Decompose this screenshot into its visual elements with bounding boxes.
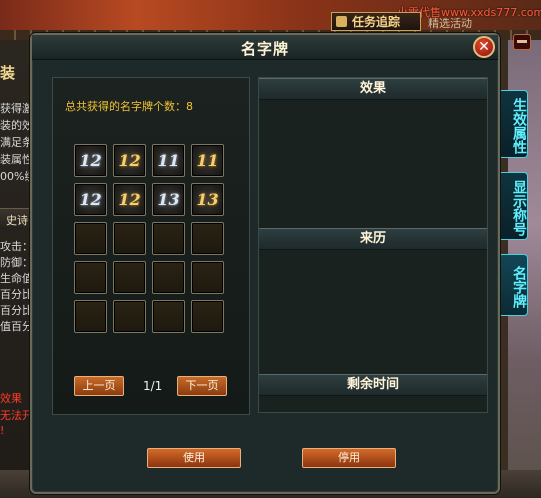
nameplate-slot[interactable]: 11 (191, 144, 224, 177)
empty-nameplate-slot[interactable] (113, 300, 146, 333)
tab-display-title[interactable]: 显示称号 (498, 172, 528, 240)
tab-active-attributes[interactable]: 生效属性 (498, 90, 528, 158)
remaining-time-header: 剩余时间 (259, 374, 487, 396)
nameplate-count-label: 总共获得的名字牌个数：8 (65, 100, 193, 113)
empty-nameplate-slot[interactable] (191, 300, 224, 333)
next-page-button[interactable]: 下一页 (177, 376, 227, 396)
page-indicator: 1/1 (143, 379, 163, 393)
nameplate-slot[interactable]: 12 (113, 144, 146, 177)
tab-label: 显示称号 (511, 179, 527, 236)
tab-label: 名字牌 (511, 265, 527, 308)
effect-header: 效果 (259, 78, 487, 100)
underlying-section-label: 史诗 (6, 214, 28, 227)
minimize-icon[interactable] (513, 34, 531, 50)
close-icon[interactable]: ✕ (473, 36, 495, 58)
nameplate-info-panel: 效果 来历 剩余时间 (258, 77, 488, 413)
empty-nameplate-slot[interactable] (152, 222, 185, 255)
prev-page-button[interactable]: 上一页 (74, 376, 124, 396)
empty-nameplate-slot[interactable] (152, 261, 185, 294)
nameplate-inventory-panel: 总共获得的名字牌个数：8 12 12 11 11 12 12 13 13 (52, 77, 250, 415)
dialog-titlebar[interactable]: 名字牌 ✕ (32, 35, 498, 60)
underlying-panel-title: 装 (0, 64, 16, 82)
empty-nameplate-slot[interactable] (113, 222, 146, 255)
dialog-title: 名字牌 (240, 40, 289, 58)
nameplate-slot[interactable]: 11 (152, 144, 185, 177)
tab-nameplate[interactable]: 名字牌 (498, 254, 528, 316)
quest-tracker-button[interactable]: 任务追踪 (331, 12, 421, 31)
nameplate-icon: 12 (79, 151, 102, 170)
empty-nameplate-slot[interactable] (74, 300, 107, 333)
featured-activity-label[interactable]: 精选活动 (428, 15, 472, 31)
nameplate-icon: 12 (118, 190, 141, 209)
empty-nameplate-slot[interactable] (113, 261, 146, 294)
empty-nameplate-slot[interactable] (74, 222, 107, 255)
nameplate-slot[interactable]: 12 (74, 183, 107, 216)
nameplate-icon: 12 (79, 190, 102, 209)
nameplate-slot[interactable]: 13 (152, 183, 185, 216)
nameplate-icon: 13 (196, 190, 219, 209)
nameplate-icon: 11 (157, 151, 180, 170)
nameplate-icon: 12 (118, 151, 141, 170)
nameplate-icon: 13 (157, 190, 180, 209)
nameplate-slot[interactable]: 12 (113, 183, 146, 216)
nameplate-slot[interactable]: 13 (191, 183, 224, 216)
empty-nameplate-slot[interactable] (191, 261, 224, 294)
tab-label: 生效属性 (511, 97, 527, 154)
disable-button[interactable]: 停用 (302, 448, 396, 468)
nameplate-slot[interactable]: 12 (74, 144, 107, 177)
nameplate-icon: 11 (196, 151, 219, 170)
empty-nameplate-slot[interactable] (74, 261, 107, 294)
empty-nameplate-slot[interactable] (152, 300, 185, 333)
origin-header: 来历 (259, 228, 487, 250)
empty-nameplate-slot[interactable] (191, 222, 224, 255)
nameplate-dialog: 名字牌 ✕ 总共获得的名字牌个数：8 12 12 11 11 12 12 13 13 上一页 … (30, 33, 500, 494)
use-button[interactable]: 使用 (147, 448, 241, 468)
